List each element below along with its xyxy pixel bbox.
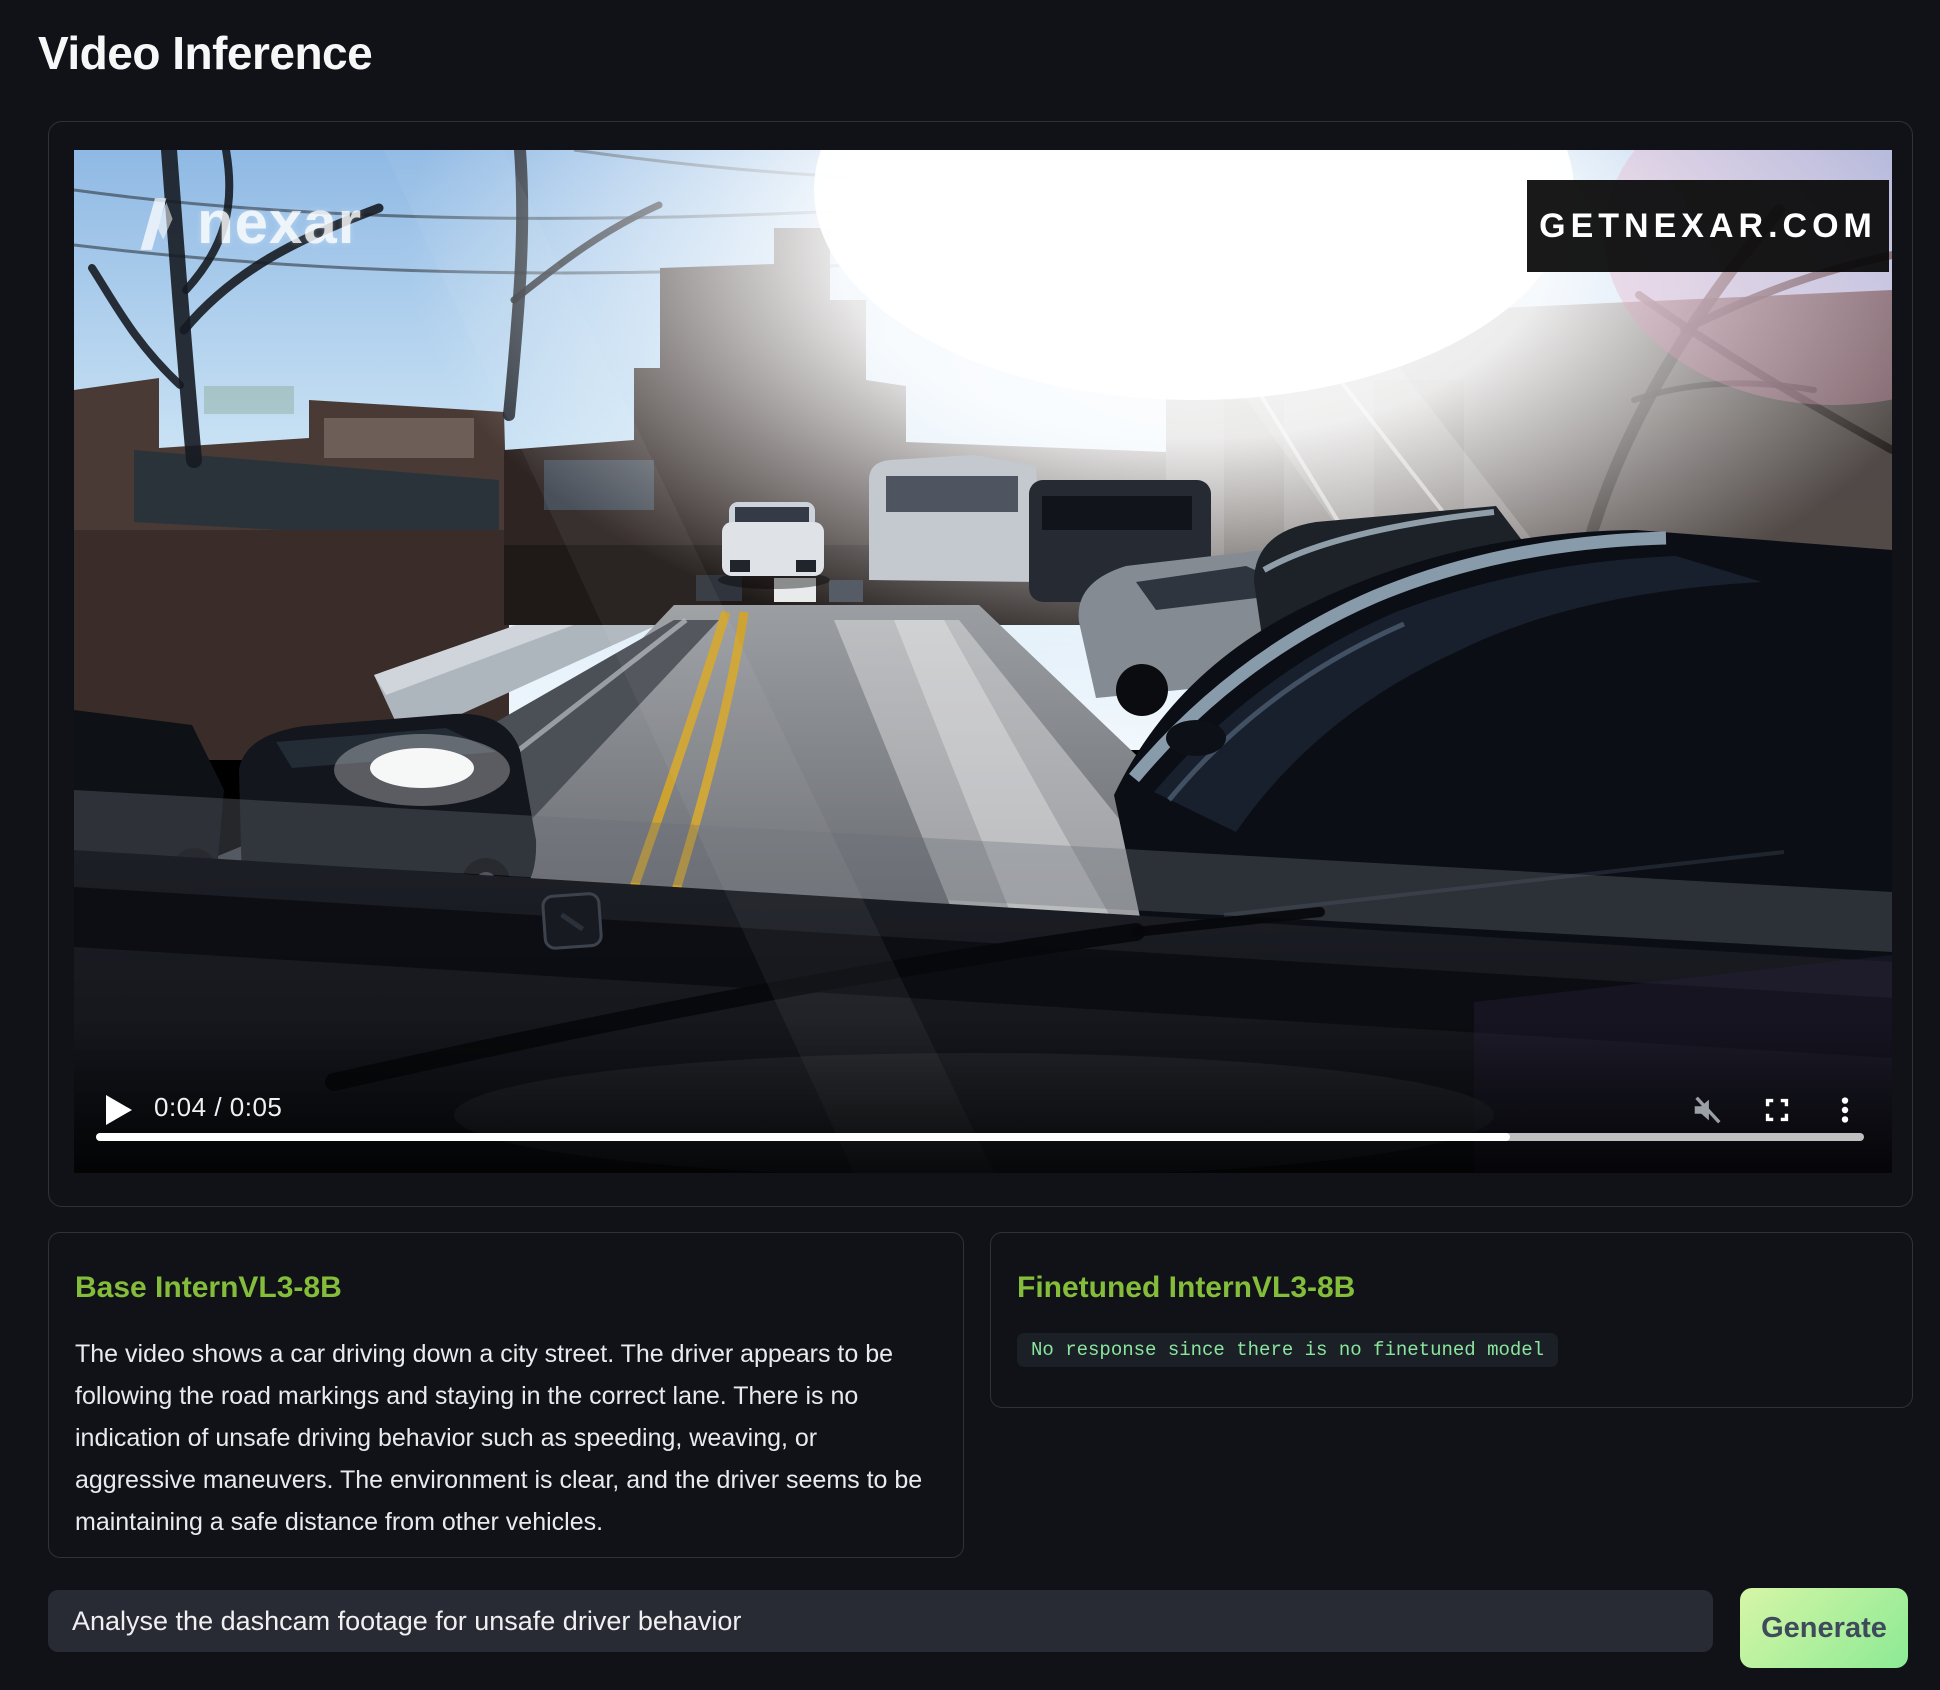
- nexar-watermark: nexar: [129, 188, 362, 257]
- panel-finetuned-model: Finetuned InternVL3-8B No response since…: [990, 1232, 1913, 1408]
- dash-vent: [542, 893, 601, 949]
- white-suv-ahead: [718, 502, 830, 589]
- base-model-response: The video shows a car driving down a cit…: [75, 1333, 937, 1543]
- kebab-menu-icon[interactable]: [1828, 1093, 1862, 1127]
- page-title: Video Inference: [38, 26, 372, 80]
- finetuned-model-title: Finetuned InternVL3-8B: [1017, 1271, 1886, 1305]
- generate-button[interactable]: Generate: [1740, 1588, 1908, 1668]
- panel-base-model: Base InternVL3-8B The video shows a car …: [48, 1232, 964, 1558]
- video-controls-fade: [74, 1018, 1892, 1173]
- getnexar-badge: GETNEXAR.COM: [1527, 180, 1889, 272]
- video-card: nexar GETNEXAR.COM 0:04 / 0:05: [48, 121, 1913, 1207]
- fullscreen-icon[interactable]: [1760, 1093, 1794, 1127]
- watermark-text: nexar: [197, 188, 362, 257]
- play-icon[interactable]: [106, 1095, 132, 1125]
- time-display: 0:04 / 0:05: [154, 1092, 282, 1123]
- nexar-logo-icon: [129, 192, 181, 254]
- base-model-title: Base InternVL3-8B: [75, 1271, 937, 1305]
- seek-bar[interactable]: [96, 1133, 1864, 1141]
- video-player[interactable]: nexar GETNEXAR.COM 0:04 / 0:05: [74, 150, 1892, 1173]
- finetuned-model-response: No response since there is no finetuned …: [1017, 1333, 1558, 1367]
- volume-muted-icon[interactable]: [1690, 1093, 1724, 1127]
- seek-played: [96, 1133, 1510, 1141]
- prompt-input[interactable]: [48, 1590, 1713, 1652]
